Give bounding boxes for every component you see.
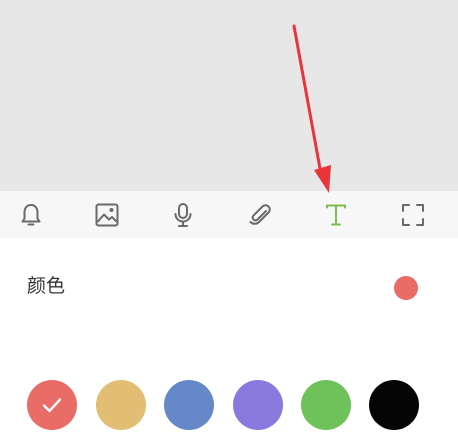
fullscreen-button[interactable] (387, 191, 439, 238)
image-icon (95, 203, 119, 226)
text-format-button[interactable] (310, 191, 362, 238)
content-area[interactable] (0, 0, 458, 191)
reminder-button[interactable] (5, 191, 57, 238)
bell-icon (21, 203, 41, 225)
insert-image-button[interactable] (81, 191, 133, 238)
color-swatch[interactable] (369, 380, 419, 430)
color-swatch[interactable] (96, 380, 146, 430)
paperclip-icon (249, 203, 271, 225)
color-setting-row[interactable]: 颜色 (0, 238, 458, 338)
microphone-icon (174, 202, 192, 227)
editor-screen: 颜色 (0, 0, 458, 438)
voice-input-button[interactable] (157, 191, 209, 238)
attachment-button[interactable] (234, 191, 286, 238)
color-palette (0, 380, 458, 438)
color-label: 颜色 (27, 275, 66, 297)
color-swatch[interactable] (233, 380, 283, 430)
text-icon (326, 204, 346, 225)
color-swatch[interactable] (27, 380, 77, 430)
color-swatch[interactable] (164, 380, 214, 430)
color-swatch[interactable] (301, 380, 351, 430)
fullscreen-icon (402, 203, 424, 226)
editor-toolbar (0, 191, 458, 238)
checkmark-icon (42, 398, 62, 413)
current-color-indicator (394, 276, 418, 300)
